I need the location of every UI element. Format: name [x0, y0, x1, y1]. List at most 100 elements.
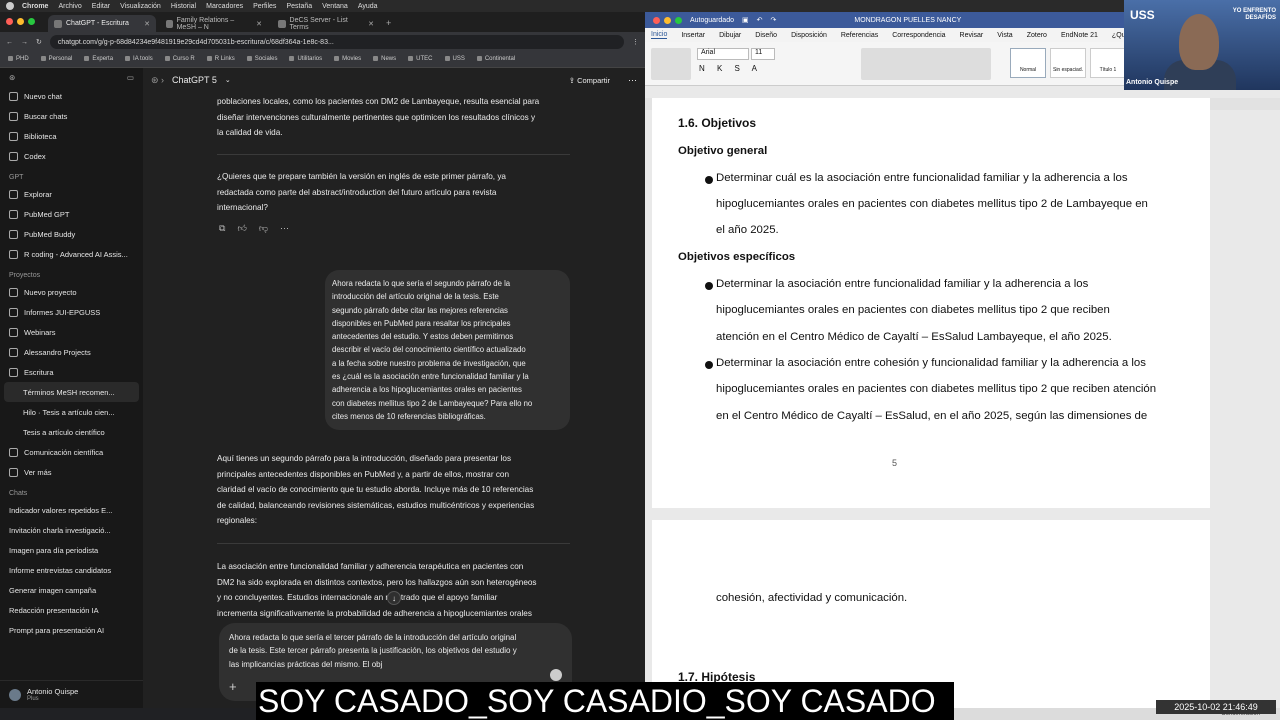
sidebar-item-project[interactable]: Comunicación científica	[0, 442, 143, 462]
ribbon-tab[interactable]: Correspondencia	[892, 32, 945, 39]
new-tab-icon[interactable]: +	[386, 18, 391, 28]
menubar-item[interactable]: Perfiles	[253, 3, 276, 10]
forward-icon[interactable]: →	[21, 39, 28, 46]
bookmark[interactable]: News	[373, 56, 396, 63]
sidebar-item-new-chat[interactable]: Nuevo chat	[0, 86, 143, 106]
scroll-down-button[interactable]: ↓	[387, 591, 401, 605]
bookmark[interactable]: Personal	[41, 56, 73, 63]
style-heading1[interactable]: Título 1	[1090, 48, 1126, 78]
sidebar-chat[interactable]: Informe entrevistas candidatos	[0, 560, 143, 580]
url-input[interactable]: chatgpt.com/g/g-p-68d84234e9f481919e29cd…	[49, 35, 624, 49]
redo-icon[interactable]: ↷	[770, 16, 776, 24]
ribbon-tab[interactable]: Vista	[997, 32, 1012, 39]
project-icon[interactable]: ⊛ ›	[151, 75, 164, 86]
apple-icon[interactable]	[6, 2, 14, 10]
autosave-toggle[interactable]: Autoguardado	[690, 17, 734, 24]
paragraph-group[interactable]	[861, 48, 991, 80]
sidebar-chat[interactable]: Invitación charla investigació...	[0, 520, 143, 540]
sidebar-chat[interactable]: Generar imagen campaña	[0, 580, 143, 600]
user-menu[interactable]: Antonio Quispe Plus	[0, 680, 143, 708]
menubar-item[interactable]: Ventana	[322, 3, 348, 10]
undo-icon[interactable]: ↶	[757, 16, 763, 24]
sidebar-item-gpt[interactable]: PubMed GPT	[0, 204, 143, 224]
sidebar-item-project-chat[interactable]: Hilo · Tesis a artículo cien...	[0, 402, 143, 422]
paste-button[interactable]	[651, 48, 691, 80]
menubar-item[interactable]: Visualización	[120, 3, 161, 10]
extensions-icon[interactable]: ⋮	[632, 38, 639, 46]
close-tab-icon[interactable]: ✕	[368, 20, 374, 28]
sidebar-item-gpt[interactable]: PubMed Buddy	[0, 224, 143, 244]
ribbon-tab[interactable]: Diseño	[755, 32, 777, 39]
sidebar-item-project-chat[interactable]: Tesis a artículo científico	[0, 422, 143, 442]
bookmark[interactable]: Movies	[334, 56, 361, 63]
sidebar-item-project-chat[interactable]: Términos MeSH recomen...	[4, 382, 139, 402]
copy-icon[interactable]: ⧉	[219, 223, 225, 234]
sidebar-item-project[interactable]: Webinars	[0, 322, 143, 342]
sidebar-chat[interactable]: Indicador valores repetidos E...	[0, 500, 143, 520]
bookmark[interactable]: USS	[445, 56, 465, 63]
voice-mode-icon[interactable]	[550, 669, 562, 681]
sidebar-item-library[interactable]: Biblioteca	[0, 126, 143, 146]
bookmark[interactable]: Curso R	[165, 56, 195, 63]
chevron-down-icon[interactable]: ⌄	[225, 76, 231, 84]
menubar-item[interactable]: Pestaña	[286, 3, 312, 10]
sidebar-item-see-more[interactable]: Ver más	[0, 462, 143, 482]
ribbon-tab[interactable]: EndNote 21	[1061, 32, 1098, 39]
menubar-item[interactable]: Historial	[171, 3, 196, 10]
style-normal[interactable]: Normal	[1010, 48, 1046, 78]
close-tab-icon[interactable]: ✕	[256, 20, 262, 28]
bookmark[interactable]: Utilitarios	[289, 56, 322, 63]
ribbon-tab[interactable]: Inicio	[651, 31, 668, 39]
openai-logo-icon[interactable]: ⊛	[9, 73, 15, 82]
sidebar-item-gpt[interactable]: R coding - Advanced AI Assis...	[0, 244, 143, 264]
ribbon-tab[interactable]: Revisar	[960, 32, 984, 39]
menubar-app[interactable]: Chrome	[22, 3, 48, 10]
thumbs-up-icon[interactable]: 👍︎	[237, 223, 246, 234]
sidebar-item-project[interactable]: Escritura	[0, 362, 143, 382]
browser-tab[interactable]: DeCS Server - List Terms ✕	[272, 15, 380, 32]
bookmark[interactable]: UTEC	[408, 56, 432, 63]
ribbon-tab[interactable]: Insertar	[681, 32, 705, 39]
ribbon-tab[interactable]: Referencias	[841, 32, 878, 39]
back-icon[interactable]: ←	[6, 39, 13, 46]
minimize-window-icon[interactable]	[664, 16, 671, 24]
menubar-item[interactable]: Marcadores	[206, 3, 243, 10]
bookmark[interactable]: R Links	[207, 56, 235, 63]
maximize-window-icon[interactable]	[675, 16, 682, 24]
font-size-select[interactable]: 11	[751, 48, 775, 60]
bookmark[interactable]: PHD	[8, 56, 29, 63]
save-icon[interactable]: ▣	[742, 16, 749, 24]
share-button[interactable]: ⇪ Compartir	[569, 76, 610, 85]
sidebar-chat[interactable]: Prompt para presentación AI	[0, 620, 143, 640]
menubar-item[interactable]: Editar	[92, 3, 110, 10]
thumbs-down-icon[interactable]: 👎︎	[259, 223, 268, 234]
sidebar-item-project[interactable]: Informes JUI-EPGUSS	[0, 302, 143, 322]
menubar-item[interactable]: Ayuda	[358, 3, 378, 10]
close-tab-icon[interactable]: ✕	[144, 20, 150, 28]
format-buttons[interactable]: N K S A	[699, 64, 762, 73]
ribbon-tab[interactable]: Zotero	[1027, 32, 1047, 39]
sidebar-item-search[interactable]: Buscar chats	[0, 106, 143, 126]
browser-tab[interactable]: ChatGPT - Escritura ✕	[48, 15, 156, 32]
sidebar-chat[interactable]: Redacción presentación IA	[0, 600, 143, 620]
style-no-spacing[interactable]: Sin espaciad.	[1050, 48, 1086, 78]
browser-tab[interactable]: Family Relations – MeSH – N ✕	[160, 15, 268, 32]
add-attachment-icon[interactable]: +	[229, 679, 237, 693]
more-options-icon[interactable]: ⋯	[628, 75, 637, 86]
sidebar-item-codex[interactable]: Codex	[0, 146, 143, 166]
sidebar-item-explore[interactable]: Explorar	[0, 184, 143, 204]
bookmark[interactable]: Experta	[84, 56, 113, 63]
sidebar-item-project[interactable]: Alessandro Projects	[0, 342, 143, 362]
close-window-icon[interactable]	[653, 16, 660, 24]
menubar-item[interactable]: Archivo	[58, 3, 81, 10]
reload-icon[interactable]: ↻	[36, 38, 42, 46]
sidebar-chat[interactable]: Imagen para día periodista	[0, 540, 143, 560]
sidebar-item-new-project[interactable]: Nuevo proyecto	[0, 282, 143, 302]
toggle-sidebar-icon[interactable]: ▭	[127, 73, 134, 82]
close-window-icon[interactable]	[6, 18, 13, 25]
bookmark[interactable]: Sociales	[247, 56, 278, 63]
bookmark[interactable]: Continental	[477, 56, 515, 63]
minimize-window-icon[interactable]	[17, 18, 24, 25]
bookmark[interactable]: IA tools	[125, 56, 153, 63]
more-icon[interactable]: ⋯	[280, 223, 289, 234]
